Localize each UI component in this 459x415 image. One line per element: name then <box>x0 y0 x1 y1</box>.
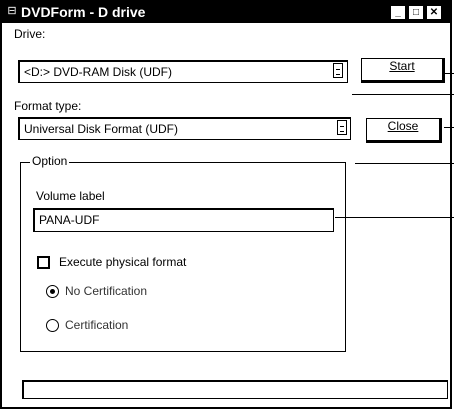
callout-line <box>355 163 454 164</box>
format-type-dropdown-arrow-icon[interactable] <box>337 120 347 135</box>
callout-line <box>443 73 454 74</box>
no-certification-radio[interactable] <box>46 285 59 298</box>
dvdform-window: ⊟ DVDForm - D drive _ □ ✕ Drive: <D:> DV… <box>0 0 454 409</box>
drive-label: Drive: <box>14 27 46 41</box>
close-button[interactable]: Close <box>366 118 442 143</box>
start-button[interactable]: Start <box>361 58 445 83</box>
callout-line <box>444 127 454 128</box>
close-window-button[interactable]: ✕ <box>426 5 442 20</box>
title-bar: ⊟ DVDForm - D drive _ □ ✕ <box>2 2 450 23</box>
certification-label: Certification <box>65 318 129 332</box>
execute-physical-format-checkbox[interactable] <box>37 256 50 269</box>
drive-selected-value: <D:> DVD-RAM Disk (UDF) <box>24 65 173 79</box>
minimize-button[interactable]: _ <box>390 5 406 20</box>
window-title: DVDForm - D drive <box>21 4 146 20</box>
drive-dropdown[interactable]: <D:> DVD-RAM Disk (UDF) <box>18 60 348 83</box>
system-menu-icon[interactable]: ⊟ <box>6 5 18 18</box>
no-certification-label: No Certification <box>65 284 148 298</box>
format-type-selected-value: Universal Disk Format (UDF) <box>24 122 179 136</box>
callout-line <box>335 217 454 218</box>
start-button-label: Start <box>389 59 415 73</box>
status-bar <box>22 380 448 399</box>
volume-label-value: PANA-UDF <box>39 213 100 227</box>
execute-physical-format-label: Execute physical format <box>59 255 187 269</box>
close-button-label: Close <box>387 119 419 133</box>
format-type-label: Format type: <box>14 99 82 113</box>
certification-radio[interactable] <box>46 319 59 332</box>
format-type-dropdown[interactable]: Universal Disk Format (UDF) <box>18 117 351 140</box>
option-legend: Option <box>30 154 70 168</box>
drive-dropdown-arrow-icon[interactable] <box>333 63 343 78</box>
volume-label-input[interactable]: PANA-UDF <box>33 208 334 232</box>
maximize-button[interactable]: □ <box>408 5 424 20</box>
callout-line <box>352 94 454 95</box>
volume-label-caption: Volume label <box>36 189 105 203</box>
